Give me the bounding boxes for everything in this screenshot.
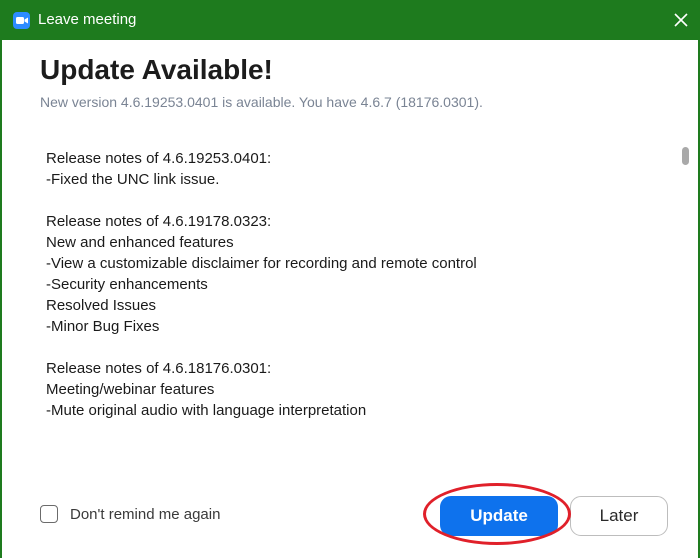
notes-spacer	[46, 190, 666, 211]
remind-option[interactable]: Don't remind me again	[40, 505, 220, 523]
release-note-line: New and enhanced features	[46, 234, 234, 251]
release-note-line: -Fixed the UNC link issue.	[46, 171, 220, 188]
release-note-line: Release notes of 4.6.19178.0323:	[46, 213, 272, 230]
remind-label: Don't remind me again	[70, 505, 221, 523]
window-title: Leave meeting	[38, 11, 137, 28]
release-note-line: -View a customizable disclaimer for reco…	[46, 255, 477, 272]
update-dialog-window: Leave meeting Update Available! New vers…	[0, 0, 700, 558]
release-note-line: Meeting/webinar features	[46, 381, 215, 398]
release-notes-list: Release notes of 4.6.19253.0401: -Fixed t…	[46, 148, 666, 421]
remind-checkbox[interactable]	[40, 505, 58, 523]
page-title: Update Available!	[40, 54, 273, 85]
release-note-line: -Mute original audio with language inter…	[46, 402, 367, 419]
release-note-line: Release notes of 4.6.19253.0401:	[46, 150, 272, 167]
later-button[interactable]: Later	[570, 496, 668, 536]
update-button[interactable]: Update	[440, 496, 558, 536]
release-notes-scrollbar[interactable]	[680, 140, 692, 424]
title-bar: Leave meeting	[2, 0, 698, 40]
release-note-line: Release notes of 4.6.18176.0301:	[46, 360, 272, 377]
zoom-camera-icon	[13, 12, 30, 29]
version-info: New version 4.6.19253.0401 is available.…	[40, 94, 483, 110]
release-notes-panel[interactable]: Release notes of 4.6.19253.0401: -Fixed t…	[26, 140, 692, 424]
release-note-line: -Security enhancements	[46, 276, 208, 293]
release-note-line: -Minor Bug Fixes	[46, 318, 160, 335]
notes-spacer	[46, 337, 666, 358]
scrollbar-thumb[interactable]	[682, 147, 689, 165]
release-note-line: Resolved Issues	[46, 297, 157, 314]
close-icon[interactable]	[670, 9, 692, 31]
